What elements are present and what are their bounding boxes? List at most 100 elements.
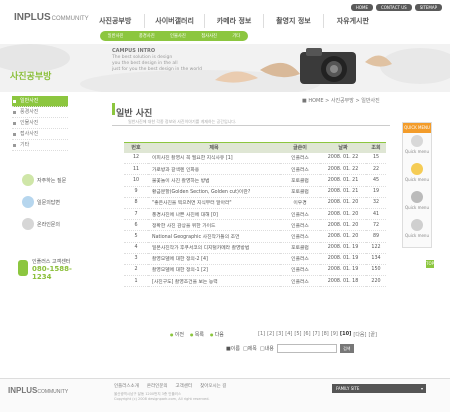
gnb-item[interactable]: 사이버갤러리 xyxy=(144,14,203,28)
footer-link[interactable]: 찾아오시는 길 xyxy=(200,383,226,389)
cell-title[interactable]: 불꽃놀이 사진 촬영하는 방법 xyxy=(148,174,280,187)
board-body: 12 이피사진 촬영시 꼭 필요한 지식사유 [1] 인플러스 2008. 01. 2… xyxy=(124,152,386,288)
table-row[interactable]: 6 정확한 사진 감상을 위한 가이드 인플러스 2008. 01. 20 72 xyxy=(124,219,386,232)
page-link[interactable]: [1] xyxy=(258,331,265,338)
table-row[interactable]: 9 황금분할(Golden Section, Golden cut)이란? 포토클럽… xyxy=(124,186,386,198)
table-row[interactable]: 3 촬영모델에 대한 정의-2 [4] 인플러스 2008. 01. 19 134 xyxy=(124,253,386,265)
page-link[interactable]: [9] xyxy=(331,331,338,338)
table-row[interactable]: 5 National Geographic 사진작가들의 조언 인플러스 2008. … xyxy=(124,230,386,243)
page-link[interactable]: [끝] xyxy=(368,331,377,338)
family-site-select[interactable]: FAMILY SITE ▾ xyxy=(332,384,426,393)
quick-item[interactable]: Quick menu xyxy=(403,133,431,161)
cell-title[interactable]: 가로방과 갈색렌 인화용 xyxy=(148,163,280,176)
prev-button[interactable]: 이전 xyxy=(170,331,184,338)
phone-icon xyxy=(18,260,28,276)
search-button[interactable]: 검색 xyxy=(339,344,354,353)
cell-title[interactable]: "좋은사진을 찍으려면 지식부터 알아라" xyxy=(148,197,280,209)
gnb-item[interactable]: 사진공부방 xyxy=(86,14,144,28)
page-link[interactable]: [8] xyxy=(322,331,329,338)
search-checkbox-name[interactable]: ■이름 xyxy=(226,345,240,352)
sidebar-item-landscape[interactable]: 풍경사진 xyxy=(12,107,68,118)
table-row[interactable]: 10 불꽃놀이 사진 촬영하는 방법 포토클럽 2008. 01. 21 45 xyxy=(124,174,386,187)
page-link[interactable]: [5] xyxy=(294,331,301,338)
gnb-item[interactable]: 카메라 정보 xyxy=(203,14,263,28)
cell-title[interactable]: [사진구도] 촬영조건을 보는 능력 xyxy=(148,275,280,288)
table-row[interactable]: 1 [사진구도] 촬영조건을 보는 능력 인플러스 2008. 01. 18 220 xyxy=(124,275,386,288)
table-row[interactable]: 2 촬영모델에 대한 정의-1 [2] 인플러스 2008. 01. 19 150 xyxy=(124,264,386,277)
cell-title[interactable]: National Geographic 사진작가들의 조언 xyxy=(148,230,280,243)
page-link[interactable]: [4] xyxy=(285,331,292,338)
cell-title[interactable]: 촬영모델에 대한 정의-2 [4] xyxy=(148,253,280,265)
subnav-item[interactable]: 풍경사진 xyxy=(139,33,155,39)
site-logo[interactable]: INPLUSCOMMUNITY xyxy=(14,12,89,23)
page-link[interactable]: [7] xyxy=(313,331,320,338)
cell-date: 2008. 01. 18 xyxy=(320,275,366,288)
faq-link[interactable]: 자주하는 질문 xyxy=(22,172,82,188)
col-number: 번호 xyxy=(124,142,148,153)
board-buttons: 이전 목록 다음 xyxy=(170,331,224,338)
page-link[interactable]: [10] xyxy=(340,331,352,338)
inquiry-link[interactable]: 온라인문의 xyxy=(22,216,82,232)
page-link[interactable]: [6] xyxy=(303,331,310,338)
next-button[interactable]: 다음 xyxy=(210,331,224,338)
table-row[interactable]: 12 이피사진 촬영시 꼭 필요한 지식사유 [1] 인플러스 2008. 01. 2… xyxy=(124,152,386,165)
cell-date: 2008. 01. 19 xyxy=(320,253,366,265)
cell-title[interactable]: 황금분할(Golden Section, Golden cut)이란? xyxy=(148,186,280,198)
quick-item-icon xyxy=(411,219,423,231)
quick-item[interactable]: Quick menu xyxy=(403,161,431,189)
faq-label: 자주하는 질문 xyxy=(37,177,67,184)
cell-date: 2008. 01. 21 xyxy=(320,174,366,187)
cell-title[interactable]: 이피사진 촬영시 꼭 필요한 지식사유 [1] xyxy=(148,152,280,165)
contact-link[interactable]: CONTACT US xyxy=(375,4,412,11)
page-title: 일반 사진 xyxy=(116,109,153,119)
search-checkbox-content[interactable]: □내용 xyxy=(260,345,274,352)
quick-item-label: Quick menu xyxy=(404,205,429,210)
cell-views: 72 xyxy=(366,219,386,232)
breadcrumb-current: 일반사진 xyxy=(361,98,380,104)
sidebar-item-etc[interactable]: 기타 xyxy=(12,140,68,151)
subnav-item[interactable]: 접사사진 xyxy=(201,33,217,39)
sidebar-item-general[interactable]: 일반사진 xyxy=(12,96,68,107)
search-checkbox-title[interactable]: □제목 xyxy=(243,345,257,352)
table-row[interactable]: 11 가로방과 갈색렌 인화용 인플러스 2008. 01. 22 22 xyxy=(124,163,386,176)
list-button[interactable]: 목록 xyxy=(190,331,204,338)
cell-title[interactable]: 정확한 사진 감상을 위한 가이드 xyxy=(148,219,280,232)
quick-item[interactable]: Quick menu xyxy=(403,217,431,245)
footer-link[interactable]: 인플러스소개 xyxy=(114,383,139,389)
breadcrumb-home[interactable]: HOME xyxy=(308,98,323,104)
subnav-item[interactable]: 일반사진 xyxy=(108,33,124,39)
cell-title[interactable]: 촬영모델에 대한 정의-1 [2] xyxy=(148,264,280,277)
sitemap-link[interactable]: SITEMAP xyxy=(414,4,442,11)
page-link[interactable]: [3] xyxy=(276,331,283,338)
cell-number: 5 xyxy=(124,230,148,243)
search-input[interactable] xyxy=(276,344,337,353)
table-row[interactable]: 7 풍경사진에 나쁜 사진에 대해 [0] 인플러스 2008. 01. 20 41 xyxy=(124,208,386,221)
cell-title[interactable]: 일본사진작가 후쿠서코의 디지털카메라 촬영방법 xyxy=(148,242,280,254)
sidebar-item-portrait[interactable]: 인물사진 xyxy=(12,118,68,129)
page-link[interactable]: [다음] xyxy=(353,331,366,338)
footer-link[interactable]: 온라인문의 xyxy=(147,383,168,389)
table-row[interactable]: 4 일본사진작가 후쿠서코의 디지털카메라 촬영방법 포토클럽 2008. 01. 1… xyxy=(124,242,386,254)
gnb-item[interactable]: 자유게시판 xyxy=(322,14,382,28)
breadcrumb-mid[interactable]: 사진공부방 xyxy=(331,98,354,104)
cell-title[interactable]: 풍경사진에 나쁜 사진에 대해 [0] xyxy=(148,208,280,221)
gnb-item[interactable]: 촬영지 정보 xyxy=(263,14,322,28)
cell-author: 인플러스 xyxy=(280,230,320,243)
subnav-item[interactable]: 인물사진 xyxy=(170,33,186,39)
col-author: 글쓴이 xyxy=(280,142,320,153)
campus-line: you the best design in the all xyxy=(112,61,178,66)
quick-menu: QUICK MENU Quick menu Quick menu Quick m… xyxy=(402,122,432,248)
page-link[interactable]: [2] xyxy=(267,331,274,338)
address-text: 울산광역시남구 달동 1200번지 3층 인플러스 xyxy=(114,392,182,396)
footer-link[interactable]: 고객센터 xyxy=(176,383,193,389)
sidebar-item-macro[interactable]: 접사사진 xyxy=(12,129,68,140)
quick-item[interactable]: Quick menu xyxy=(403,189,431,217)
subnav-item[interactable]: 기타 xyxy=(232,33,240,39)
qna-link[interactable]: 일문의답변 xyxy=(22,194,82,210)
cell-date: 2008. 01. 20 xyxy=(320,197,366,209)
table-row[interactable]: 8 "좋은사진을 찍으려면 지식부터 알아라" 이우경 2008. 01. 20 32 xyxy=(124,197,386,209)
quick-item-icon xyxy=(411,163,423,175)
home-link[interactable]: HOME xyxy=(350,4,373,11)
cell-views: 32 xyxy=(366,197,386,209)
top-button[interactable]: TOP xyxy=(426,260,434,268)
